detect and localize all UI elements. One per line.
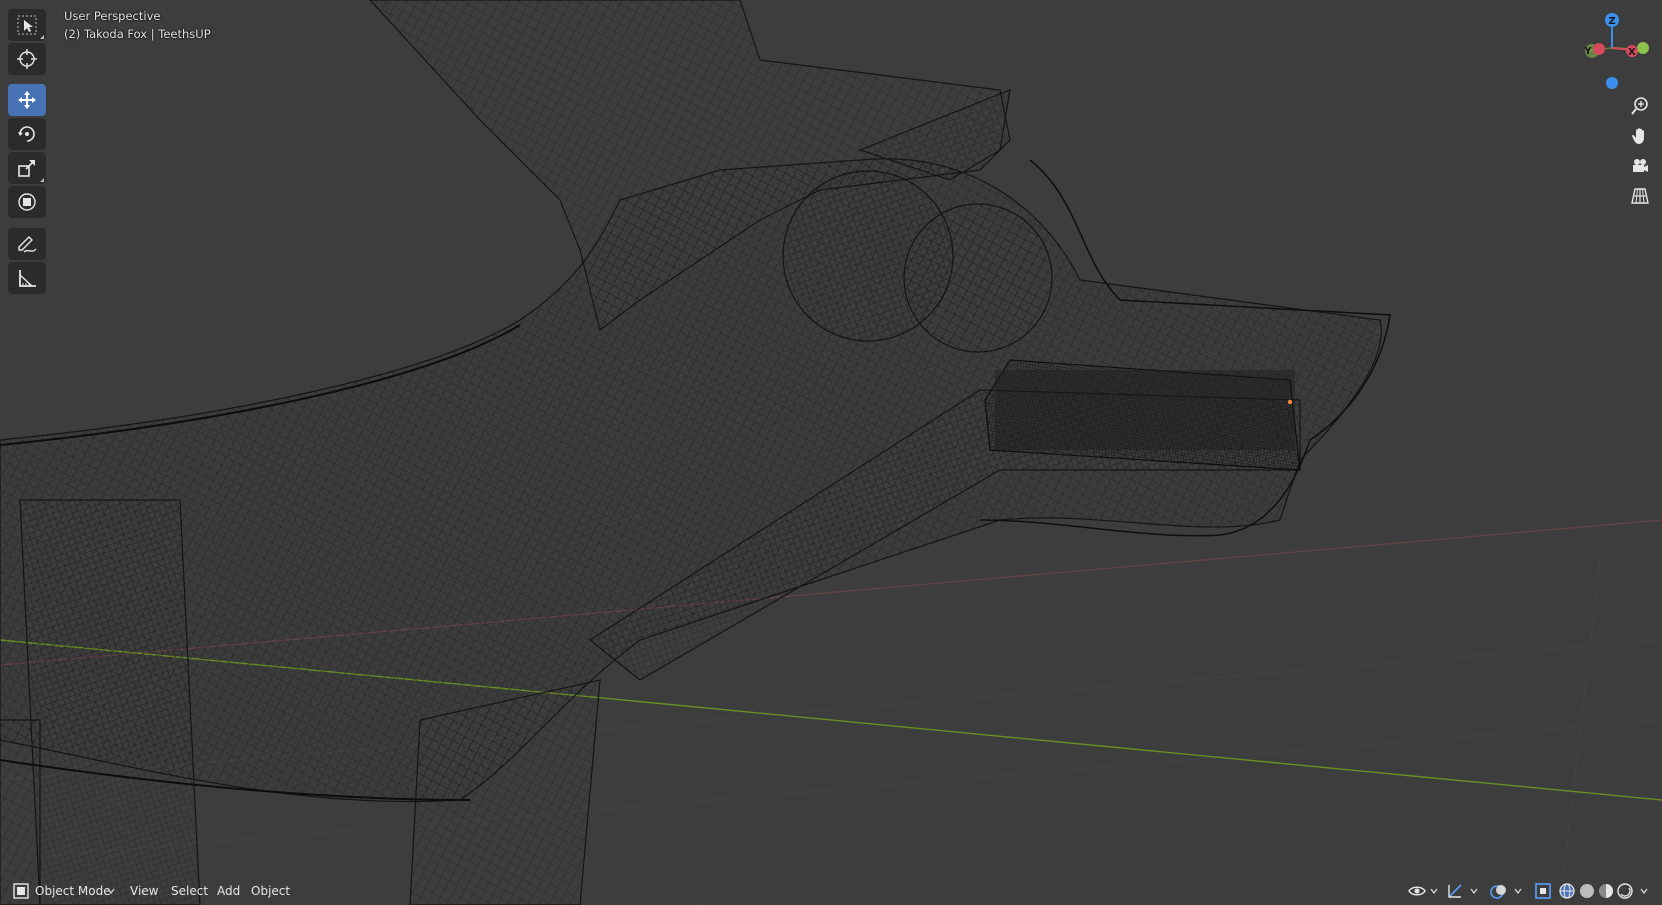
- gizmo-z-neg-axis[interactable]: [1606, 77, 1618, 89]
- transform-tool[interactable]: [8, 186, 46, 218]
- transform-icon: [18, 193, 36, 211]
- object-mode-icon: [12, 882, 30, 900]
- measure-tool[interactable]: [8, 262, 46, 294]
- chevron-down-icon[interactable]: [1430, 882, 1438, 900]
- 3d-cursor-icon: [17, 49, 37, 69]
- hand-pan-icon: [1632, 128, 1644, 144]
- camera-icon: [1633, 159, 1648, 172]
- cursor-tool[interactable]: [8, 43, 46, 75]
- overlays-icon[interactable]: [1490, 882, 1508, 900]
- move-tool[interactable]: [8, 84, 46, 116]
- material-shading-icon[interactable]: [1597, 882, 1615, 900]
- object-mode-dropdown[interactable]: Object Mode: [35, 881, 111, 901]
- pencil-icon: [18, 236, 37, 253]
- wireframe-shading-icon[interactable]: [1558, 882, 1576, 900]
- pan-button[interactable]: [1626, 122, 1654, 150]
- camera-view-button[interactable]: [1626, 152, 1654, 180]
- solid-shading-icon[interactable]: [1578, 882, 1596, 900]
- navigation-gizmo[interactable]: Z Y X: [1570, 6, 1662, 92]
- ortho-toggle-button[interactable]: [1626, 182, 1654, 210]
- viewport-subtitle: (2) Takoda Fox | TeethsUP: [64, 27, 211, 41]
- menu-object[interactable]: Object: [251, 881, 290, 901]
- scale-icon: [18, 160, 35, 177]
- rotate-icon: [18, 126, 35, 142]
- chevron-down-icon[interactable]: [1514, 882, 1522, 900]
- chevron-down-icon: [107, 882, 115, 900]
- visibility-icon[interactable]: [1408, 882, 1426, 900]
- 3d-viewport[interactable]: User Perspective (2) Takoda Fox | Teeths…: [0, 0, 1662, 905]
- gizmo-x-neg-axis[interactable]: [1593, 43, 1605, 55]
- menu-view[interactable]: View: [130, 881, 158, 901]
- gizmo-z-label: Z: [1608, 16, 1615, 27]
- move-icon: [18, 91, 36, 109]
- zoom-icon: [1631, 97, 1648, 115]
- scale-tool[interactable]: [8, 152, 46, 184]
- chevron-down-icon[interactable]: [1470, 882, 1478, 900]
- cursor-arrow-icon: [17, 15, 37, 35]
- rendered-shading-icon[interactable]: [1616, 882, 1634, 900]
- ruler-icon: [19, 270, 36, 287]
- wireframe-scene[interactable]: [0, 0, 1662, 905]
- menu-add[interactable]: Add: [217, 881, 240, 901]
- rotate-tool[interactable]: [8, 118, 46, 150]
- grid-view-icon: [1631, 188, 1649, 204]
- gizmo-toggle-icon[interactable]: [1446, 882, 1464, 900]
- xray-toggle-icon[interactable]: [1534, 882, 1552, 900]
- chevron-down-icon[interactable]: [1640, 882, 1648, 900]
- viewport-title: User Perspective: [64, 9, 161, 23]
- zoom-button[interactable]: [1626, 92, 1654, 120]
- menu-select[interactable]: Select: [171, 881, 208, 901]
- select-box-tool[interactable]: [8, 9, 46, 41]
- fox-mesh[interactable]: [0, 0, 1391, 905]
- annotate-tool[interactable]: [8, 228, 46, 260]
- gizmo-y-pos-axis[interactable]: [1637, 42, 1649, 54]
- gizmo-y-label: Y: [1583, 46, 1592, 57]
- gizmo-x-label: X: [1628, 47, 1636, 58]
- viewport-header: Object Mode View Select Add Object: [0, 877, 1662, 905]
